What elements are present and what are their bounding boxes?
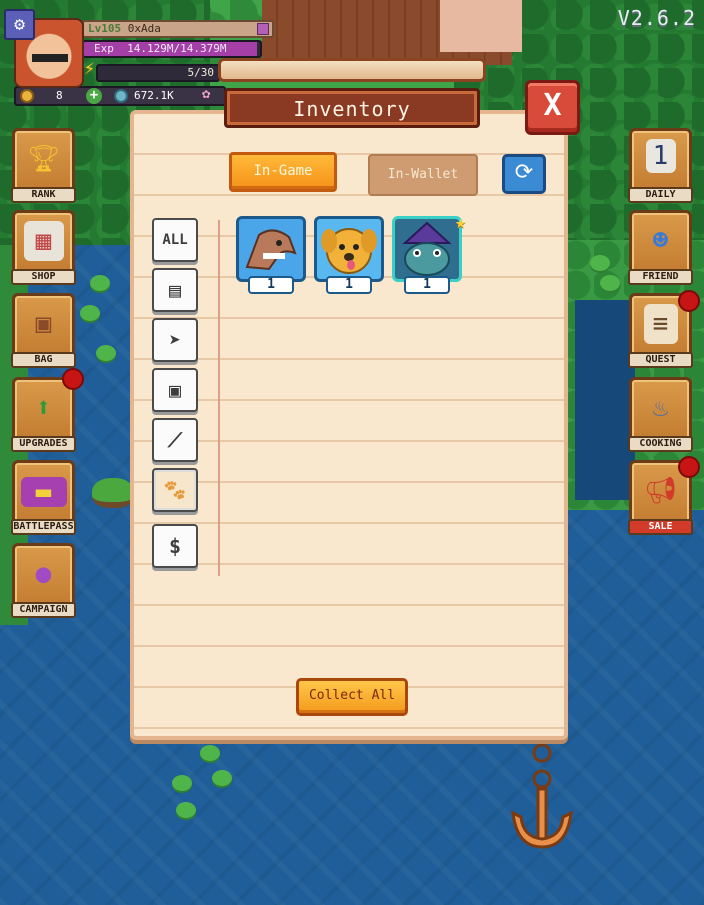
shop-button[interactable]: ▦ SHOP bbox=[11, 210, 76, 285]
collect-all-button[interactable]: Collect All bbox=[296, 678, 408, 716]
item-count: 1 bbox=[404, 276, 450, 294]
gem-icon bbox=[114, 89, 128, 103]
friend-icon: ☻ bbox=[652, 226, 669, 256]
version-label: V2.6.2 bbox=[617, 6, 696, 30]
shop-icon: ▦ bbox=[23, 221, 64, 261]
lily-pad bbox=[590, 255, 610, 271]
energy-bolt-icon: ⚡ bbox=[84, 58, 95, 79]
close-button[interactable]: X bbox=[525, 80, 580, 135]
shark-pet-icon bbox=[236, 216, 306, 282]
item-count: 1 bbox=[326, 276, 372, 294]
gold-amount: 8 bbox=[56, 89, 63, 102]
water-inlet bbox=[575, 300, 635, 500]
friend-button[interactable]: ☻ FRIEND bbox=[628, 210, 693, 285]
ticket-icon: ▬ bbox=[20, 477, 67, 507]
rank-button[interactable]: 🏆︎ RANK bbox=[11, 128, 76, 203]
edit-icon[interactable] bbox=[257, 23, 269, 35]
category-all-button[interactable]: ALL bbox=[152, 218, 198, 262]
star-icon: ★ bbox=[455, 212, 466, 233]
refresh-button[interactable]: ⟳ bbox=[502, 154, 546, 194]
tab-in-wallet[interactable]: In-Wallet bbox=[368, 154, 478, 196]
backpack-icon: ▣ bbox=[35, 309, 52, 339]
title-plate: Inventory bbox=[224, 88, 480, 128]
lily-pad bbox=[172, 775, 192, 791]
title-scroll bbox=[218, 58, 486, 82]
energy-bar: ⚡ 5/30 bbox=[84, 60, 220, 82]
inventory-item-dog[interactable]: 1 bbox=[314, 216, 384, 294]
lily-pad bbox=[80, 305, 100, 321]
calendar-icon: 1 bbox=[645, 139, 676, 173]
category-fishing-rod-button[interactable]: ⟋ bbox=[152, 418, 198, 462]
lily-pad bbox=[600, 275, 620, 291]
item-count: 1 bbox=[248, 276, 294, 294]
lily-pad bbox=[212, 770, 232, 786]
divider bbox=[218, 220, 220, 576]
small-island bbox=[92, 478, 134, 508]
tab-in-game[interactable]: In-Game bbox=[229, 152, 337, 192]
player-name: 0xAda bbox=[127, 22, 161, 35]
house-wall bbox=[440, 0, 522, 52]
cooking-button[interactable]: ♨ COOKING bbox=[628, 377, 693, 452]
lily-pad bbox=[200, 745, 220, 761]
currency-bar: 8 + 672.1K ✿ bbox=[14, 86, 226, 106]
category-currency-button[interactable]: $ bbox=[152, 524, 198, 568]
chest-icon: ▤ bbox=[168, 278, 182, 302]
cooking-pot-icon: ♨ bbox=[652, 393, 669, 423]
scroll-icon: ≡ bbox=[643, 304, 678, 344]
category-locked-chest-button[interactable]: ▣ bbox=[152, 368, 198, 412]
close-icon: X bbox=[543, 88, 562, 123]
dog-pet-icon bbox=[314, 216, 384, 282]
player-name-row: Lv105 0xAda bbox=[82, 20, 274, 38]
notification-dot bbox=[62, 368, 84, 390]
upgrade-arrow-icon: ⬆ bbox=[35, 393, 52, 423]
lily-pad bbox=[96, 345, 116, 361]
exp-text: Exp 14.129M/14.379M bbox=[94, 42, 227, 55]
lily-pad bbox=[90, 275, 110, 291]
balloon-icon: ● bbox=[35, 559, 52, 589]
notification-dot bbox=[678, 456, 700, 478]
frog-wizard-pet-icon bbox=[392, 216, 462, 282]
trophy-icon: 🏆︎ bbox=[26, 144, 60, 174]
anchor-icon[interactable] bbox=[507, 743, 577, 855]
fishing-rod-icon: ⟋ bbox=[168, 428, 182, 452]
player-level: Lv105 bbox=[88, 22, 122, 35]
upgrades-button[interactable]: ⬆ UPGRADES bbox=[11, 377, 76, 452]
add-gold-button[interactable]: + bbox=[86, 88, 102, 104]
campaign-button[interactable]: ● CAMPAIGN bbox=[11, 543, 76, 618]
daily-button[interactable]: 1 DAILY bbox=[628, 128, 693, 203]
gem-amount: 672.1K bbox=[134, 89, 174, 102]
category-all-label: ALL bbox=[162, 232, 188, 248]
page-title: Inventory bbox=[293, 97, 411, 121]
inventory-panel: In-Game In-Wallet ⟳ ALL ▤ ➤ ▣ ⟋ 🐾︎ $ 1 1… bbox=[130, 110, 568, 740]
fish-icon: ➤ bbox=[168, 328, 182, 352]
locked-chest-icon: ▣ bbox=[168, 378, 182, 402]
refresh-icon: ⟳ bbox=[514, 160, 534, 185]
flower-icon: ✿ bbox=[202, 86, 211, 102]
category-chest-button[interactable]: ▤ bbox=[152, 268, 198, 312]
category-fish-button[interactable]: ➤ bbox=[152, 318, 198, 362]
megaphone-icon: 📢︎ bbox=[643, 476, 677, 506]
settings-gear-icon[interactable]: ⚙ bbox=[4, 9, 35, 40]
inventory-title-banner: Inventory bbox=[218, 52, 486, 132]
gold-coin-icon bbox=[20, 89, 34, 103]
lily-pad bbox=[176, 802, 196, 818]
bag-button[interactable]: ▣ BAG bbox=[11, 293, 76, 368]
category-pets-button[interactable]: 🐾︎ bbox=[152, 468, 198, 512]
battlepass-button[interactable]: ▬ BATTLEPASS bbox=[11, 460, 76, 535]
energy-text: 5/30 bbox=[187, 66, 215, 79]
paw-icon: 🐾︎ bbox=[162, 478, 188, 502]
category-currency-label: $ bbox=[168, 534, 182, 558]
inventory-item-shark[interactable]: 1 bbox=[236, 216, 306, 294]
inventory-item-frog-wizard[interactable]: ★ 1 bbox=[392, 212, 466, 294]
notification-dot bbox=[678, 290, 700, 312]
